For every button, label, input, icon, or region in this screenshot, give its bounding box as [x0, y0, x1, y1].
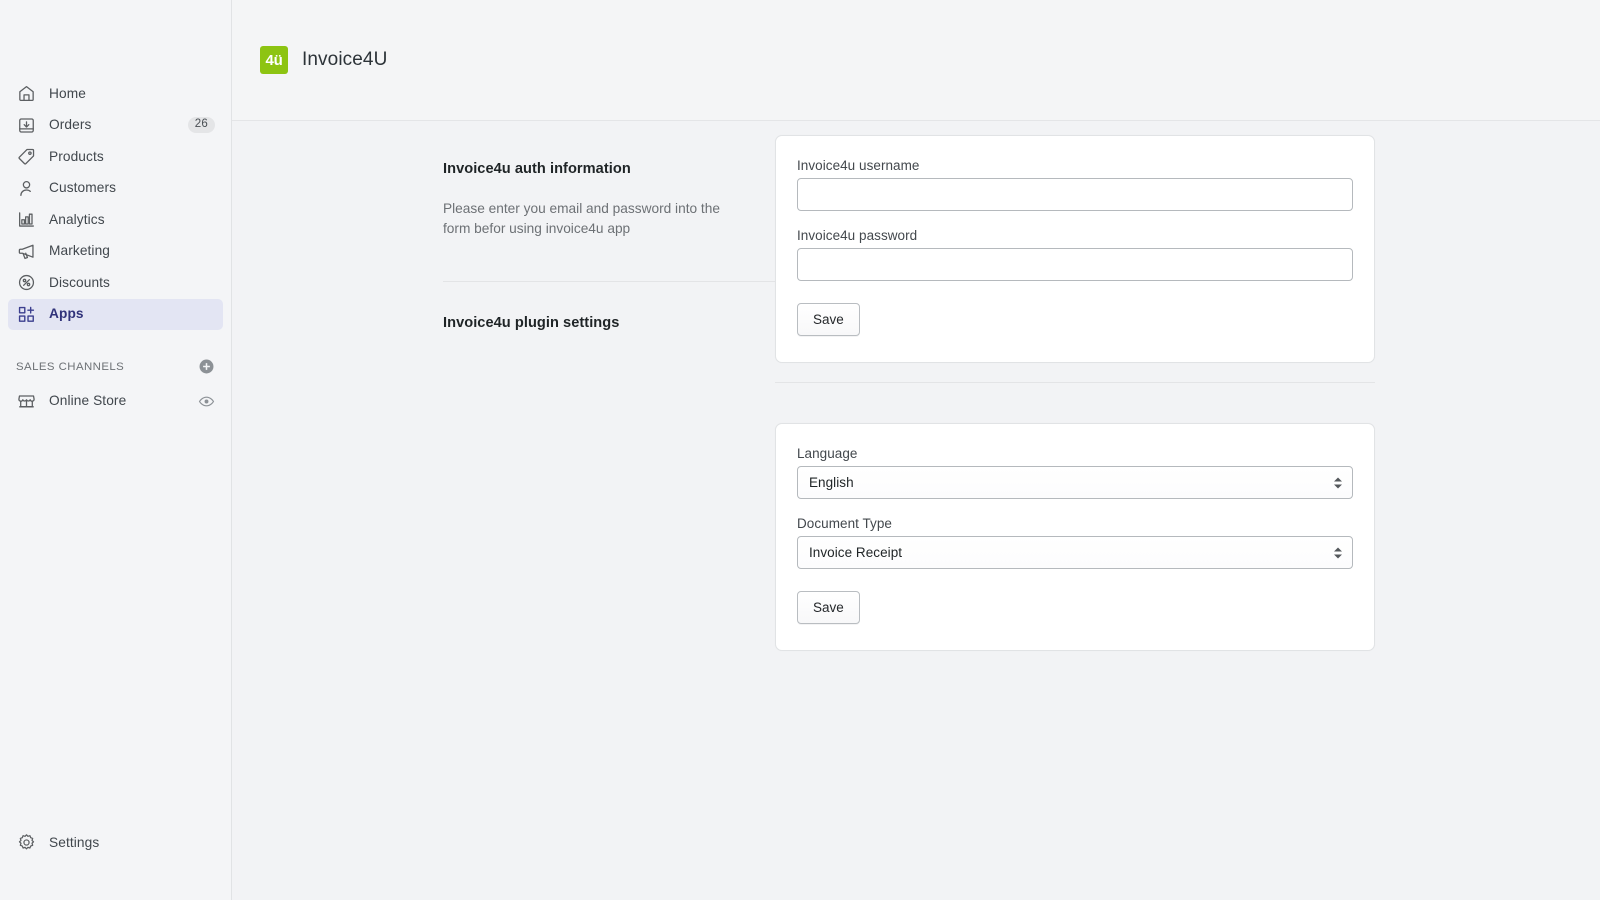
language-label: Language — [797, 446, 1353, 461]
invoice4u-logo-icon: 4ü — [260, 46, 288, 74]
document-type-select[interactable]: Invoice Receipt — [797, 536, 1353, 569]
sidebar-item-label: Customers — [49, 181, 215, 195]
sidebar-item-label: Orders — [49, 118, 188, 132]
app-title-row: 4ü Invoice4U — [260, 46, 387, 74]
sidebar-item-label: Online Store — [49, 394, 197, 408]
document-type-label: Document Type — [797, 516, 1353, 531]
app-header: 4ü Invoice4U — [232, 0, 1600, 121]
eye-icon[interactable] — [197, 392, 215, 410]
sidebar-footer: Settings — [0, 827, 231, 900]
marketing-icon — [16, 241, 36, 261]
analytics-icon — [16, 210, 36, 230]
plus-circle-icon[interactable] — [197, 358, 215, 376]
annotation-divider — [443, 281, 775, 282]
page-title: Invoice4U — [302, 49, 387, 71]
auth-section-description: Please enter you email and password into… — [443, 199, 728, 239]
language-field-group: Language English — [797, 446, 1353, 499]
forms-divider — [775, 382, 1375, 383]
orders-count-badge: 26 — [188, 117, 215, 134]
sidebar-item-online-store[interactable]: Online Store — [8, 386, 223, 417]
sidebar-item-label: Analytics — [49, 213, 215, 227]
sidebar-item-analytics[interactable]: Analytics — [8, 204, 223, 235]
auth-section-title: Invoice4u auth information — [443, 161, 775, 177]
username-field-group: Invoice4u username — [797, 158, 1353, 211]
password-field-group: Invoice4u password — [797, 228, 1353, 281]
password-label: Invoice4u password — [797, 228, 1353, 243]
settings-layout: Invoice4u auth information Please enter … — [232, 121, 1600, 651]
password-input[interactable] — [797, 248, 1353, 281]
plugin-save-button[interactable]: Save — [797, 591, 860, 624]
sidebar-item-products[interactable]: Products — [8, 141, 223, 172]
annotation-column: Invoice4u auth information Please enter … — [443, 135, 775, 651]
document-type-select-wrap: Invoice Receipt — [797, 536, 1353, 569]
sales-channels-title: SALES CHANNELS — [16, 361, 197, 373]
storefront-icon — [16, 391, 36, 411]
sidebar-item-label: Home — [49, 87, 215, 101]
language-select-wrap: English — [797, 466, 1353, 499]
orders-icon — [16, 115, 36, 135]
plugin-section-title: Invoice4u plugin settings — [443, 315, 775, 331]
plugin-settings-card: Language English Document Type — [775, 423, 1375, 651]
sidebar-item-label: Apps — [49, 307, 215, 321]
content-area: Invoice4u auth information Please enter … — [232, 121, 1600, 900]
auth-save-button[interactable]: Save — [797, 303, 860, 336]
sidebar-item-customers[interactable]: Customers — [8, 173, 223, 204]
sidebar-item-label: Products — [49, 150, 215, 164]
sidebar-item-label: Settings — [49, 836, 215, 850]
discounts-icon — [16, 273, 36, 293]
forms-column: Invoice4u username Invoice4u password Sa… — [775, 135, 1375, 651]
auth-card: Invoice4u username Invoice4u password Sa… — [775, 135, 1375, 363]
gear-icon — [16, 833, 36, 853]
home-icon — [16, 84, 36, 104]
sidebar-item-discounts[interactable]: Discounts — [8, 267, 223, 298]
main-content: 4ü Invoice4U Invoice4u auth information … — [232, 0, 1600, 900]
username-input[interactable] — [797, 178, 1353, 211]
products-icon — [16, 147, 36, 167]
primary-nav: Home Orders 26 — [0, 78, 231, 330]
apps-icon — [16, 304, 36, 324]
document-type-field-group: Document Type Invoice Receipt — [797, 516, 1353, 569]
sidebar-item-marketing[interactable]: Marketing — [8, 236, 223, 267]
sidebar-item-orders[interactable]: Orders 26 — [8, 110, 223, 141]
customers-icon — [16, 178, 36, 198]
sidebar: Home Orders 26 — [0, 0, 232, 900]
sidebar-item-label: Marketing — [49, 244, 215, 258]
sales-channels-header: SALES CHANNELS — [8, 352, 223, 382]
language-select[interactable]: English — [797, 466, 1353, 499]
sidebar-item-apps[interactable]: Apps — [8, 299, 223, 330]
sidebar-item-home[interactable]: Home — [8, 78, 223, 109]
username-label: Invoice4u username — [797, 158, 1353, 173]
admin-app: Home Orders 26 — [0, 0, 1600, 900]
sidebar-item-settings[interactable]: Settings — [8, 827, 223, 858]
sidebar-item-label: Discounts — [49, 276, 215, 290]
logo-text: 4ü — [266, 53, 283, 68]
